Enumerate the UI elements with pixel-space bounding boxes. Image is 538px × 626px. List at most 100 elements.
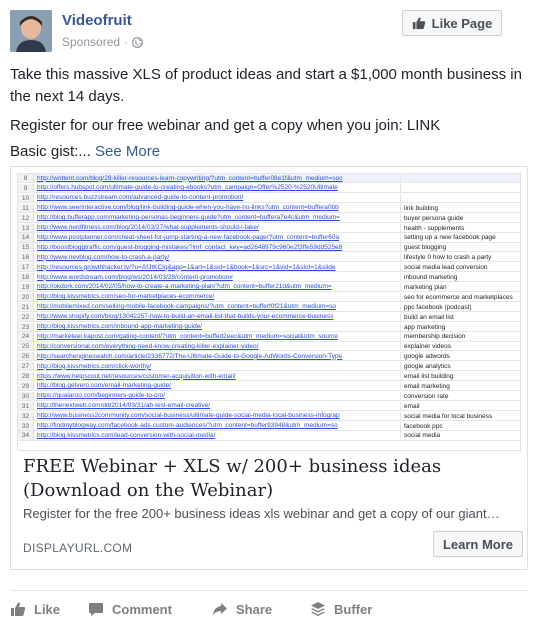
sheet-row-url: http://www.business2community.com/social… <box>37 412 340 420</box>
sheet-row-number: 33 <box>18 421 34 430</box>
thumbs-up-icon <box>412 17 425 30</box>
sheet-row-url: http://okdork.com/2014/02/05/how-to-crea… <box>37 283 332 291</box>
sheet-row-number: 27 <box>18 362 34 371</box>
sheet-row-topic: buyer persona guide <box>400 213 520 222</box>
sheet-row-url: http://mobilemixed.com/selling-mobile-fa… <box>37 303 337 311</box>
sponsored-post: Videofruit Sponsored · Like Page Take th… <box>0 0 538 626</box>
sheet-row-topic: seo for ecommerce and marketplaces <box>400 292 520 301</box>
sheet-row-url: http://marketeer.kapost.com/gating-conte… <box>37 332 338 340</box>
sheet-row-url: http://blog.kissmetrics.com/click-worthy… <box>37 362 152 370</box>
sheet-row: 11 http://www.seerinteractive.com/blog/li… <box>18 203 520 213</box>
sheet-row-url: http://blog.getvero.com/email-marketing-… <box>37 382 172 390</box>
sheet-row: 16 http://www.nevblog.com/how-to-crash-a-… <box>18 253 520 263</box>
sheet-row: 18 http://www.wordstream.com/blog/ws/2014… <box>18 273 520 283</box>
globe-icon <box>132 36 143 48</box>
sheet-row-topic: app marketing <box>400 322 520 331</box>
share-button[interactable]: Share <box>212 596 272 622</box>
buffer-label: Buffer <box>334 601 373 617</box>
sheet-row-topic: google adwords <box>400 352 520 361</box>
sheet-row-topic: facebook ppc <box>400 421 520 430</box>
sheet-row-topic: health - supplements <box>400 223 520 232</box>
sheet-row: 22 http://www.shopify.com/blog/13042257-h… <box>18 312 520 322</box>
sheet-row-url: http://conversional.com/everything-need-… <box>37 342 259 350</box>
thumbs-up-icon <box>11 602 26 616</box>
sheet-row-topic <box>400 193 520 202</box>
sheet-row: 12 http://blog.bufferapp.com/marketing-pe… <box>18 213 520 223</box>
sheet-row-number: 23 <box>18 322 34 331</box>
sheet-row-number: 11 <box>18 203 34 212</box>
sheet-row-url: http://www.wordstream.com/blog/ws/2014/0… <box>37 273 233 281</box>
sheet-row-topic: google analytics <box>400 362 520 371</box>
sheet-row-url: http://writtent.com/blog/29-killer-resou… <box>37 174 343 182</box>
sheet-row-number: 28 <box>18 372 34 381</box>
sheet-row-url: http://www.nerdfitness.com/blog/2014/03/… <box>37 224 259 232</box>
page-avatar[interactable] <box>10 10 52 52</box>
sheet-row-number: 12 <box>18 213 34 222</box>
sheet-row-topic: explainer videos <box>400 342 520 351</box>
sheet-row-topic: social media lead conversion <box>400 263 520 272</box>
sheet-row-topic: marketing plan <box>400 282 520 292</box>
sheet-row: 23 http://blog.kissmetrics.com/inbound-ap… <box>18 322 520 332</box>
sheet-row-url: http://thenextweb.com/dd/2014/03/31/ab-t… <box>37 402 211 410</box>
sheet-row: 33 http://findmyblogway.com/facebook-ads-… <box>18 421 520 431</box>
see-more-link[interactable]: See More <box>95 143 160 160</box>
sheet-row-url: http://blog.kissmetrics.com/inbound-app-… <box>37 323 203 331</box>
sheet-row: 13 http://www.nerdfitness.com/blog/2014/0… <box>18 223 520 233</box>
separator-dot: · <box>124 35 129 49</box>
sheet-row: 8 http://writtent.com/blog/29-killer-reso… <box>18 174 520 184</box>
sponsored-text[interactable]: Sponsored <box>62 35 120 49</box>
sheet-row-number: 30 <box>18 391 34 400</box>
comment-label: Comment <box>112 601 172 617</box>
like-button[interactable]: Like <box>10 596 60 622</box>
sheet-row-number: 20 <box>18 292 34 301</box>
link-attachment[interactable]: 8 http://writtent.com/blog/29-killer-reso… <box>10 166 528 570</box>
sheet-row-number: 16 <box>18 253 34 262</box>
sheet-row-topic <box>400 183 520 193</box>
sheet-row: 9 http://offers.hubspot.com/ultimate-guid… <box>18 183 520 194</box>
sheet-row-url: https://qualaroo.com/beginners-guide-to-… <box>37 392 165 400</box>
buffer-button[interactable]: Buffer <box>310 596 372 622</box>
sheet-row-topic: conversion rate <box>400 391 520 400</box>
post-message-line-1: Take this massive XLS of product ideas a… <box>10 66 522 105</box>
share-arrow-icon <box>213 603 227 615</box>
action-divider <box>10 590 528 591</box>
like-page-button[interactable]: Like Page <box>402 10 502 36</box>
sheet-row-number: 24 <box>18 332 34 341</box>
sheet-row-number: 34 <box>18 431 34 440</box>
page-name-link[interactable]: Videofruit <box>62 12 132 29</box>
sheet-row-url: http://blog.kissmetrics.com/seo-for-mark… <box>37 293 215 301</box>
learn-more-button[interactable]: Learn More <box>433 531 523 557</box>
like-page-label: Like Page <box>431 15 493 31</box>
sheet-row-topic: inbound marketing <box>400 273 520 282</box>
sheet-row-topic: email list building <box>400 372 520 381</box>
sheet-row-url: http://searchengineswatch.com/article/23… <box>37 352 343 360</box>
sheet-row-number: 32 <box>18 411 34 420</box>
sheet-row-number: 18 <box>18 273 34 282</box>
sheet-row-url: http://offers.hubspot.com/ultimate-guide… <box>37 184 338 192</box>
sheet-row-url: http://www.seerinteractive.com/blog/link… <box>37 204 339 212</box>
post-message-line-3: Basic gist:... See More <box>10 141 530 163</box>
post-message-line-2: Register for our free webinar and get a … <box>10 117 441 134</box>
sheet-row-number: 13 <box>18 223 34 232</box>
sheet-row-number: 15 <box>18 243 34 252</box>
comment-button[interactable]: Comment <box>88 596 172 622</box>
sheet-row-topic: social media for local business <box>400 411 520 420</box>
sheet-row-topic: lifestyle 0 how to crash a party <box>400 253 520 262</box>
sheet-row-number: 10 <box>18 193 34 202</box>
sheet-row-url: http://www.shopify.com/blog/13042257-how… <box>37 313 334 321</box>
sheet-row: 19 http://okdork.com/2014/02/05/how-to-cr… <box>18 282 520 293</box>
sheet-row: 15 http://boostbloggtraffic.com/guest-blo… <box>18 243 520 253</box>
sheet-row: 24 http://marketeer.kapost.com/gating-con… <box>18 332 520 342</box>
link-title[interactable]: FREE Webinar + XLS w/ 200+ business idea… <box>23 455 517 503</box>
sheet-row-url: https://www.helpscout.net/resources/cust… <box>37 372 236 380</box>
sheet-row: 31 http://thenextweb.com/dd/2014/03/31/ab… <box>18 401 520 411</box>
sponsored-label: Sponsored · <box>62 35 143 49</box>
sheet-row-topic: membership decision <box>400 332 520 341</box>
sheet-row: 27 http://blog.kissmetrics.com/click-wort… <box>18 362 520 372</box>
sheet-row-number: 14 <box>18 233 34 242</box>
sheet-row-number: 25 <box>18 342 34 351</box>
sheet-row-number: 31 <box>18 401 34 410</box>
sheet-row: 28 https://www.helpscout.net/resources/cu… <box>18 372 520 382</box>
sheet-row-url: http://blog.kissmetrics.com/lead-convers… <box>37 431 216 439</box>
like-label: Like <box>34 601 61 617</box>
